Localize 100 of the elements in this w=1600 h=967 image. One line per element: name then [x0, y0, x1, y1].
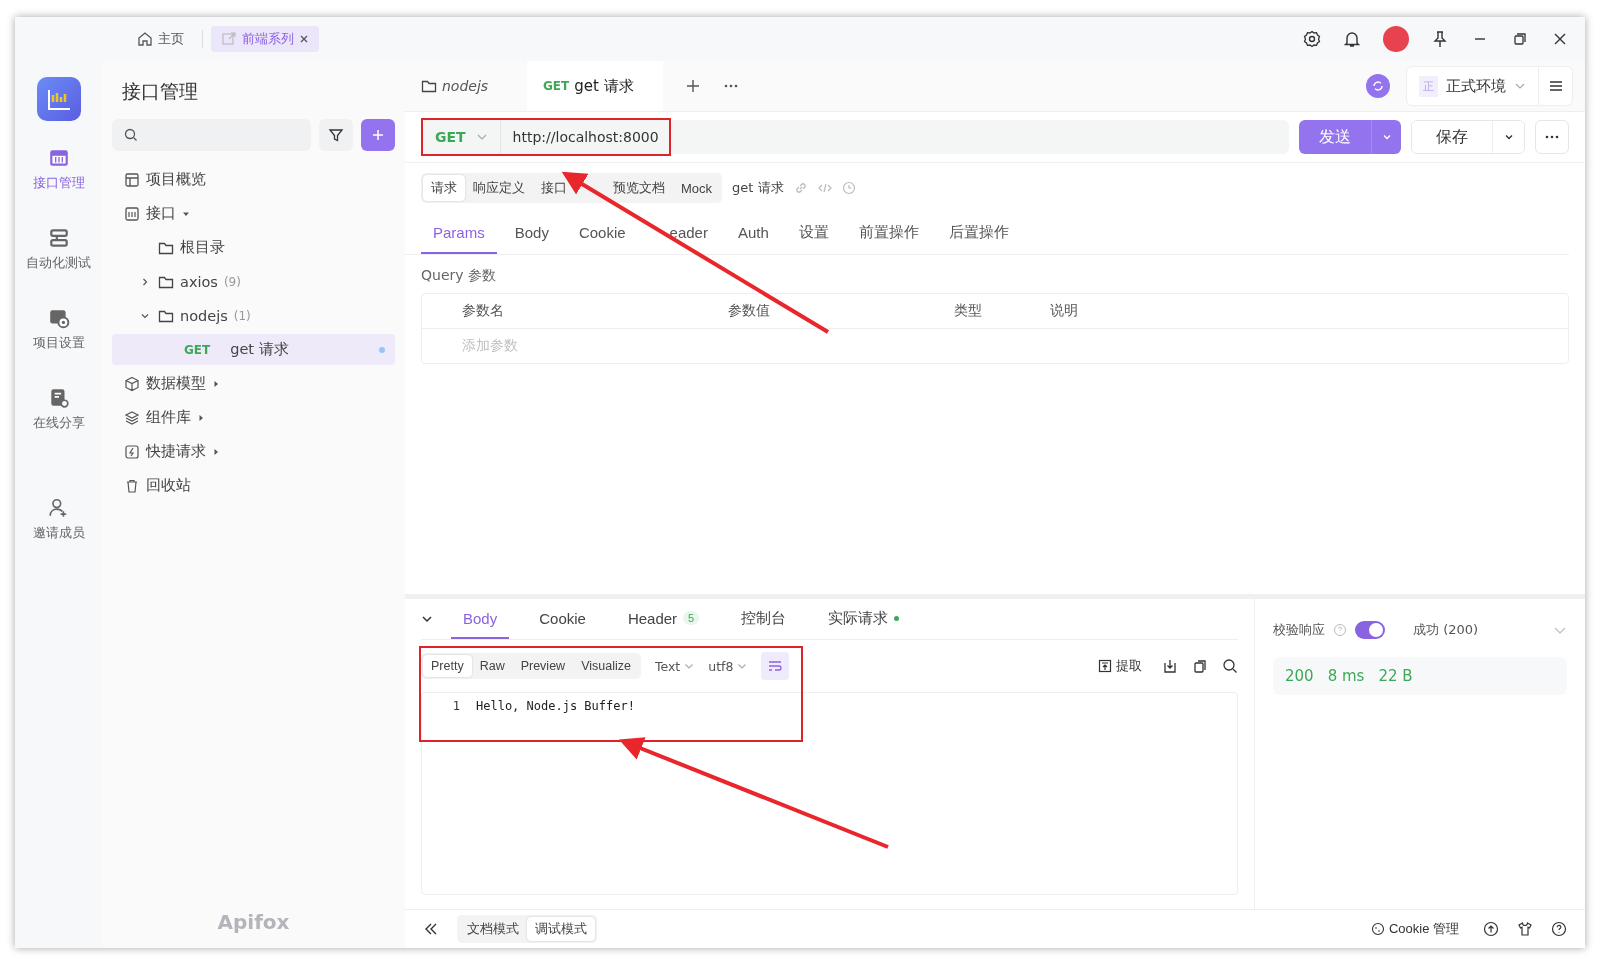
dropdown[interactable]: utf8: [708, 658, 748, 674]
status-select[interactable]: 成功 (200): [1413, 621, 1479, 639]
line-number: 1: [451, 699, 461, 713]
mode-tab[interactable]: 文档模式: [459, 917, 527, 941]
settings-icon[interactable]: [1303, 30, 1321, 48]
param-tab[interactable]: Auth: [725, 217, 781, 254]
download-icon[interactable]: [1162, 658, 1178, 674]
window-tab[interactable]: 主页: [127, 26, 194, 52]
resize-handle[interactable]: [405, 594, 1585, 599]
nav-item[interactable]: 接口管理: [32, 147, 85, 227]
tree-item[interactable]: 回收站: [112, 470, 395, 501]
restore-icon[interactable]: [1511, 30, 1529, 48]
param-tab[interactable]: 前置操作: [846, 217, 931, 254]
view-tab[interactable]: Mock: [673, 175, 721, 201]
response-tab[interactable]: 实际请求: [816, 599, 912, 639]
copy-icon[interactable]: [1192, 658, 1208, 674]
view-tab[interactable]: 请求: [423, 175, 465, 201]
tree-item[interactable]: 数据模型: [112, 368, 395, 399]
view-tab[interactable]: 响应定义: [465, 175, 533, 201]
help-icon[interactable]: [1551, 921, 1567, 937]
triangle-right-icon[interactable]: [197, 413, 205, 422]
response-tab[interactable]: Header 5: [615, 599, 712, 639]
search-icon[interactable]: [1222, 658, 1238, 674]
metric-value: 200: [1285, 667, 1314, 685]
search-field[interactable]: [112, 119, 311, 151]
url-text: http://localhost:8000: [511, 129, 659, 145]
sync-icon[interactable]: [1366, 74, 1390, 98]
pin-icon[interactable]: [1431, 30, 1449, 48]
filter-icon: [328, 127, 344, 143]
format-tab[interactable]: Raw: [471, 655, 513, 677]
tree-item[interactable]: 组件库: [112, 402, 395, 433]
url-field[interactable]: GET http://localhost:8000: [421, 120, 1289, 154]
mode-tab[interactable]: 调试模式: [527, 917, 595, 941]
upload-icon[interactable]: [1483, 921, 1499, 937]
send-menu-button[interactable]: [1371, 120, 1401, 154]
metric-value: 22 B: [1378, 667, 1413, 685]
menu-button[interactable]: [1539, 66, 1573, 106]
send-button[interactable]: 发送: [1299, 120, 1371, 154]
tree-item[interactable]: nodejs (1): [112, 300, 395, 331]
dropdown[interactable]: Text: [654, 658, 695, 674]
document-tab[interactable]: nodejs: [405, 61, 527, 111]
tree-request-item[interactable]: GET get 请求: [112, 334, 395, 365]
triangle-right-icon[interactable]: [212, 379, 220, 388]
column-header: 参数值: [728, 302, 771, 320]
format-tab[interactable]: Preview: [512, 655, 574, 677]
wrap-toggle-button[interactable]: [761, 652, 790, 680]
cookie-button[interactable]: Cookie 管理: [1364, 919, 1465, 939]
settings-icon: [47, 307, 70, 329]
nav-item[interactable]: 在线分享: [32, 387, 85, 467]
chevron-down-icon: [684, 661, 695, 671]
tree-item[interactable]: 根目录: [112, 232, 395, 263]
close-icon[interactable]: [299, 34, 309, 44]
collapse-icon[interactable]: [423, 921, 439, 937]
validate-label: 校验响应: [1273, 621, 1325, 639]
column-header: 参数名: [462, 302, 505, 320]
param-tab[interactable]: eader: [643, 217, 720, 254]
request-name: get 请求: [732, 179, 784, 197]
cookie-icon: [1370, 922, 1385, 936]
server-icon: [47, 227, 70, 249]
chevron-right-icon[interactable]: [140, 276, 150, 287]
view-tab[interactable]: 预览文档: [605, 175, 673, 201]
nav-item[interactable]: 邀请成员: [32, 497, 85, 577]
search-icon: [124, 128, 138, 142]
bell-icon[interactable]: [1343, 30, 1361, 48]
param-tab[interactable]: Body: [502, 217, 561, 254]
environment-select[interactable]: 正 正式环境: [1406, 66, 1539, 106]
response-tab[interactable]: Body: [451, 599, 510, 639]
param-tab[interactable]: 设置: [786, 217, 841, 254]
format-tab[interactable]: Pretty: [423, 655, 472, 677]
tree-item[interactable]: 快捷请求: [112, 436, 395, 467]
shirt-icon[interactable]: [1517, 921, 1533, 937]
filter-button[interactable]: [319, 119, 353, 151]
format-tab[interactable]: Visualize: [573, 655, 639, 677]
code-editor[interactable]: 1 Hello, Node.js Buffer!: [421, 692, 1238, 895]
validate-toggle[interactable]: [1355, 621, 1385, 639]
response-tab[interactable]: 控制台: [729, 599, 799, 639]
triangle-right-icon[interactable]: [212, 447, 220, 456]
param-tab[interactable]: Cookie: [566, 217, 638, 254]
nav-item[interactable]: 自动化测试: [26, 227, 91, 307]
nav-item[interactable]: 项目设置: [32, 307, 85, 387]
metric-value: 8 ms: [1327, 667, 1365, 685]
view-tab[interactable]: 接口: [533, 175, 605, 201]
document-tab[interactable]: GET get 请求: [527, 61, 663, 111]
tree-item[interactable]: axios (9): [112, 266, 395, 297]
wrap-icon: [767, 658, 784, 674]
column-header: 说明: [1050, 302, 1079, 320]
sidebar-title: 接口管理: [121, 79, 199, 104]
plus-icon[interactable]: [685, 78, 701, 94]
param-tab[interactable]: 后置操作: [936, 217, 1021, 254]
plus-icon: [370, 127, 386, 143]
avatar[interactable]: [1383, 26, 1409, 52]
tree-item[interactable]: 接口: [112, 198, 395, 229]
response-tab[interactable]: Cookie: [527, 599, 598, 639]
home-icon: [137, 31, 153, 47]
window-tab[interactable]: 前端系列: [211, 26, 319, 52]
tree-item[interactable]: 项目概览: [112, 164, 395, 195]
chevron-down-icon[interactable]: [421, 613, 433, 625]
extract-button[interactable]: 提取: [1092, 656, 1148, 676]
add-button[interactable]: [361, 119, 395, 151]
param-tab[interactable]: Params: [421, 217, 497, 254]
